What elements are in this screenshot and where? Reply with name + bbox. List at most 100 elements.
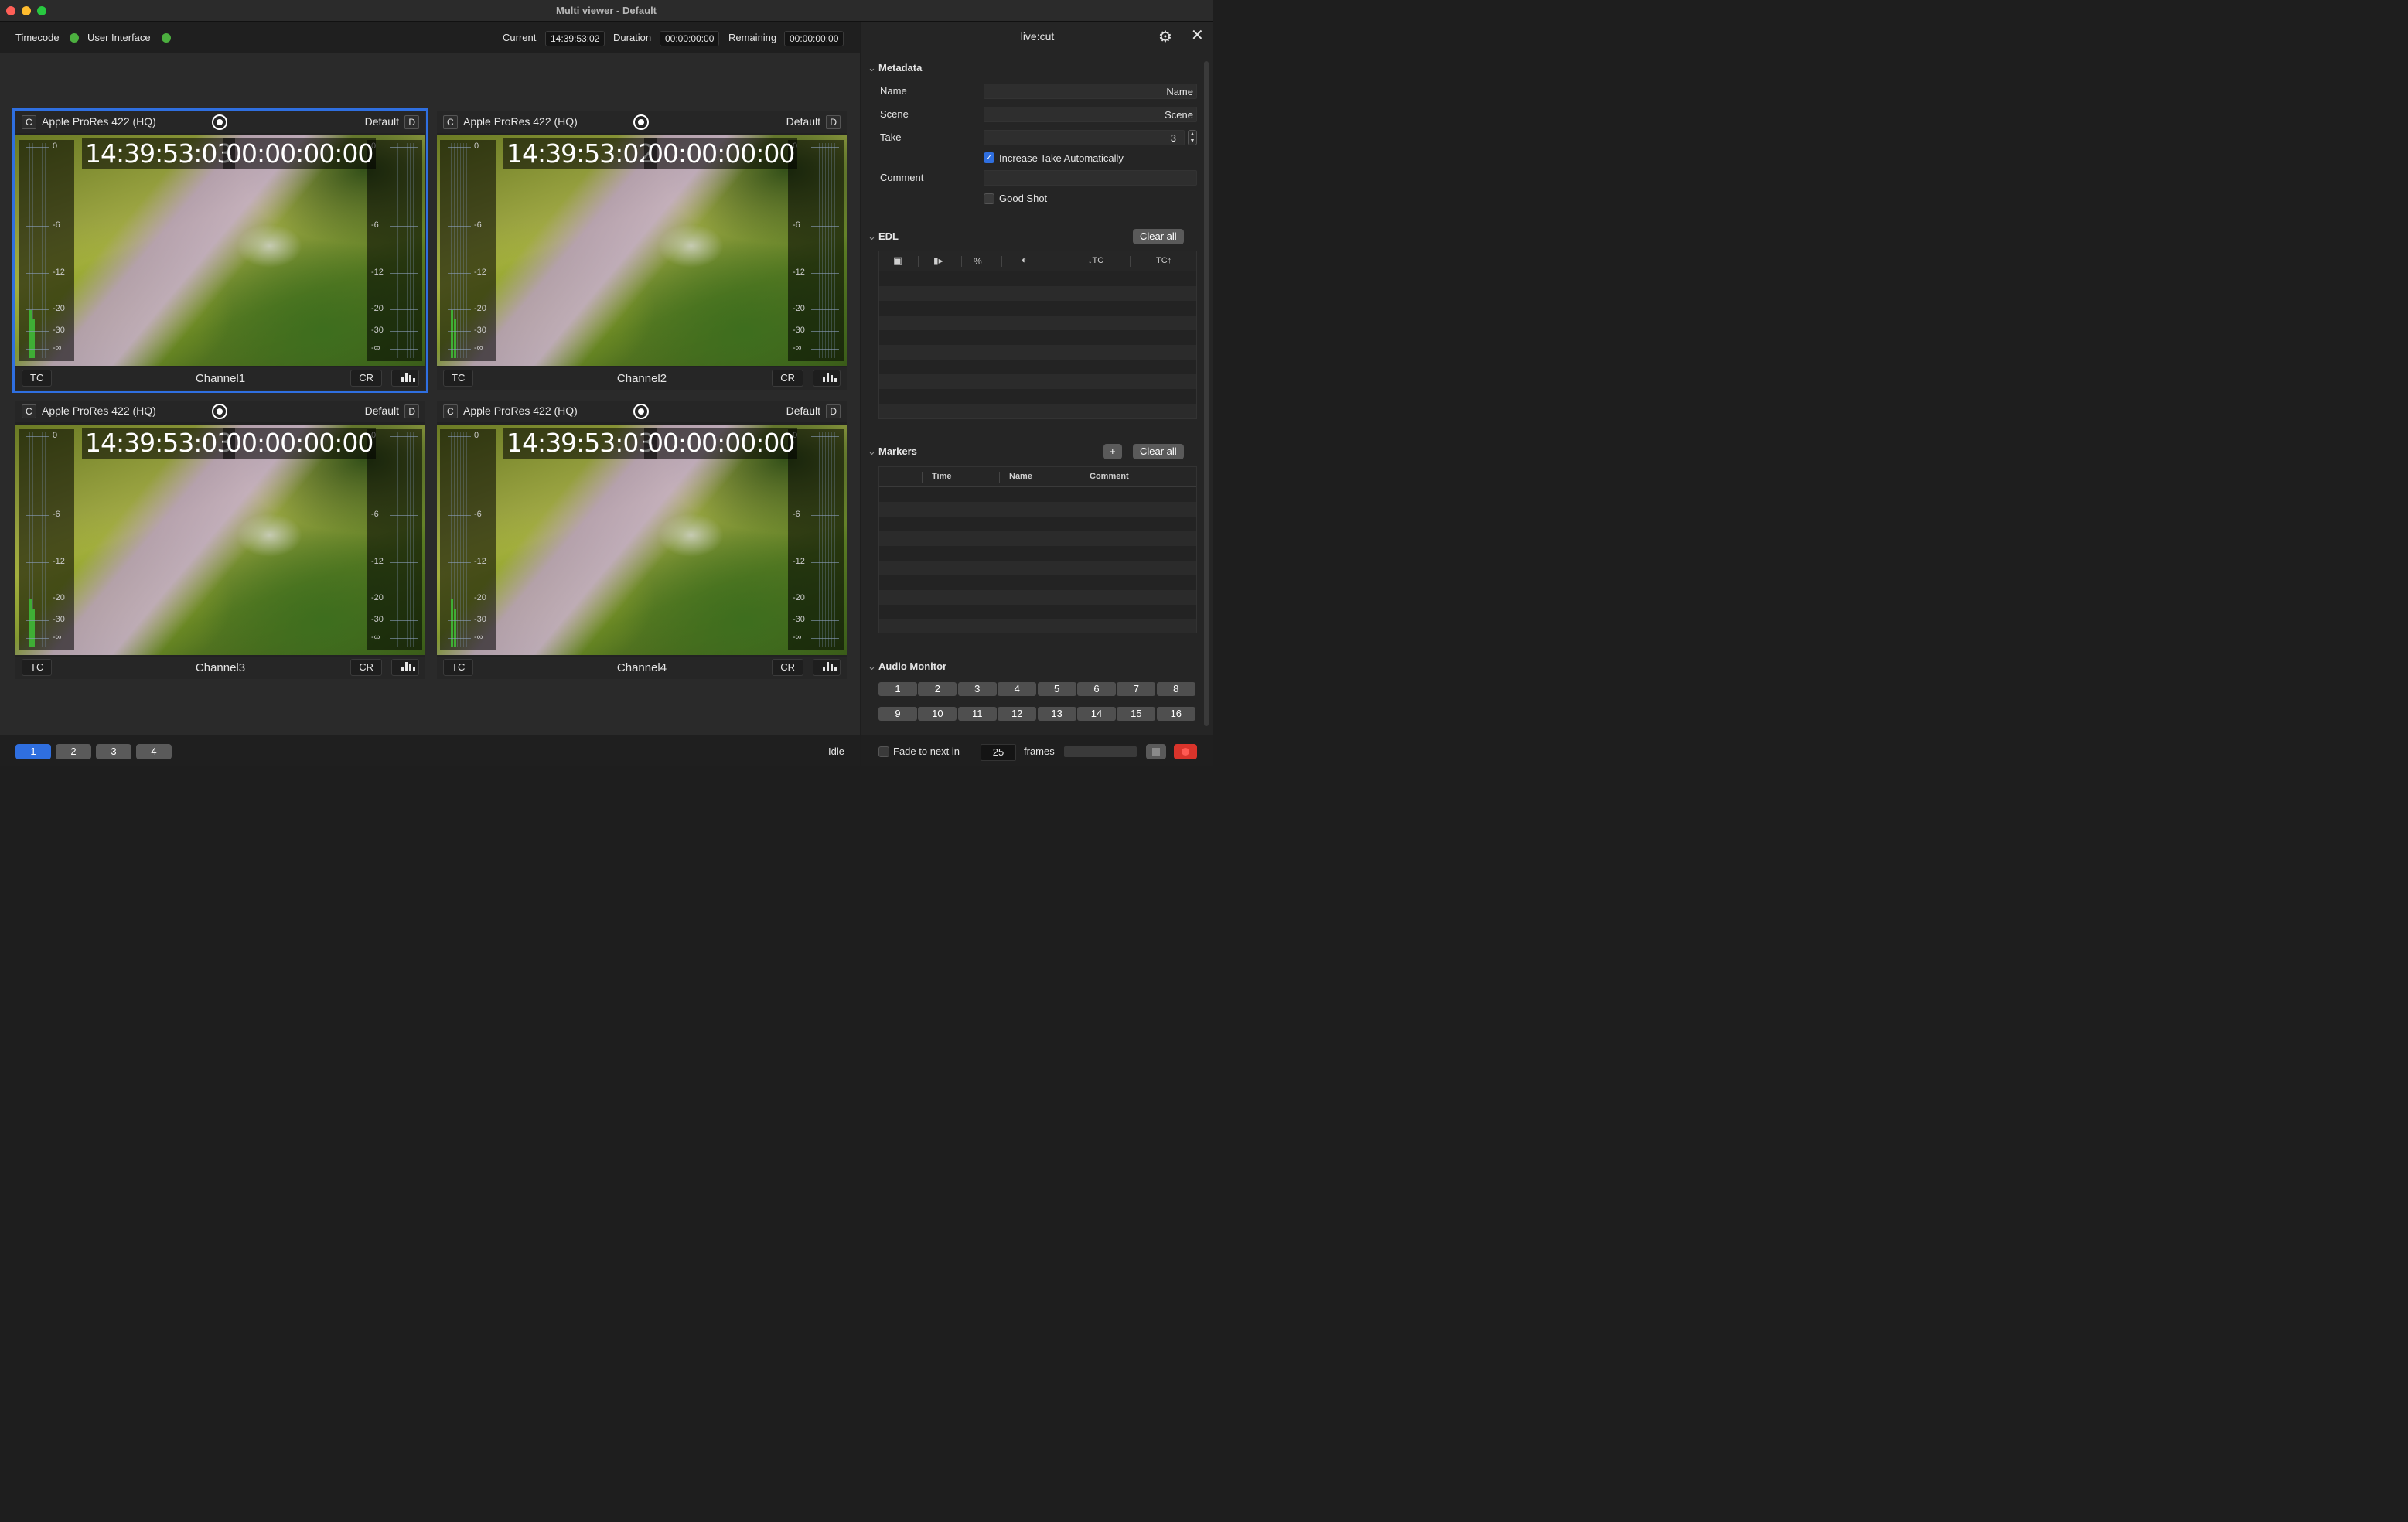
gear-icon[interactable]: ⚙ <box>1158 29 1174 45</box>
frames-field[interactable]: 25 <box>981 744 1016 761</box>
stop-button[interactable] <box>1146 744 1166 759</box>
channel-d-button[interactable]: D <box>404 115 419 129</box>
audio-channel-button[interactable]: 10 <box>918 707 957 721</box>
audio-channel-button[interactable]: 11 <box>957 707 997 721</box>
audio-channel-button[interactable]: 4 <box>998 682 1037 696</box>
take-field[interactable]: 3 <box>984 130 1185 145</box>
panel-scrollbar[interactable] <box>1204 61 1209 726</box>
page-button-4[interactable]: 4 <box>136 744 172 759</box>
edl-col-tc-in[interactable]: ↓TC <box>1088 256 1103 265</box>
table-row[interactable] <box>879 619 1196 633</box>
audio-monitor-section-header[interactable]: ⌄ Audio Monitor <box>868 660 946 673</box>
clock-icon[interactable]: ◐ <box>1022 254 1027 265</box>
audio-channel-button[interactable]: 9 <box>878 707 917 721</box>
close-icon[interactable]: ✕ <box>1191 28 1204 43</box>
page-button-2[interactable]: 2 <box>56 744 91 759</box>
edl-col-tc-out[interactable]: TC↑ <box>1156 256 1172 265</box>
calendar-icon[interactable]: ▣ <box>893 254 902 267</box>
table-row[interactable] <box>879 389 1196 404</box>
video-preview[interactable]: 0-6-12-20-30-∞0-6-12-20-30-∞14:39:53:030… <box>15 135 425 366</box>
audio-channel-button[interactable]: 8 <box>1156 682 1195 696</box>
take-stepper[interactable]: ▲ ▼ <box>1188 130 1197 145</box>
table-row[interactable] <box>879 271 1196 286</box>
markers-table[interactable]: Time Name Comment <box>878 466 1197 633</box>
audio-channel-button[interactable]: 16 <box>1156 707 1195 721</box>
edl-col-percent[interactable]: % <box>974 256 982 267</box>
tc-button[interactable]: TC <box>443 370 474 387</box>
tc-button[interactable]: TC <box>22 370 53 387</box>
markers-col-time[interactable]: Time <box>932 472 951 481</box>
channel-d-button[interactable]: D <box>826 115 841 129</box>
preset-label[interactable]: Default <box>786 404 820 417</box>
metadata-section-header[interactable]: ⌄ Metadata <box>868 62 922 74</box>
audio-channel-button[interactable]: 5 <box>1037 682 1076 696</box>
auto-take-checkbox[interactable]: ✓ <box>984 152 994 163</box>
audio-channel-button[interactable]: 7 <box>1117 682 1156 696</box>
table-row[interactable] <box>879 374 1196 389</box>
video-preview[interactable]: 0-6-12-20-30-∞0-6-12-20-30-∞14:39:53:030… <box>437 425 847 655</box>
cr-button[interactable]: CR <box>350 659 382 676</box>
table-row[interactable] <box>879 360 1196 374</box>
audio-channel-button[interactable]: 6 <box>1077 682 1116 696</box>
audio-levels-icon[interactable] <box>813 659 841 676</box>
table-row[interactable] <box>879 487 1196 502</box>
table-row[interactable] <box>879 502 1196 517</box>
audio-channel-button[interactable]: 3 <box>957 682 997 696</box>
fade-checkbox[interactable] <box>878 746 889 757</box>
cr-button[interactable]: CR <box>350 370 382 387</box>
channel-pane[interactable]: C Apple ProRes 422 (HQ) Default D 0 -6 -12 -20 -… <box>437 111 847 390</box>
table-row[interactable] <box>879 286 1196 301</box>
audio-channel-button[interactable]: 15 <box>1117 707 1156 721</box>
markers-clear-all-button[interactable]: Clear all <box>1133 444 1184 459</box>
channel-d-button[interactable]: D <box>404 404 419 418</box>
table-row[interactable] <box>879 546 1196 561</box>
scene-field[interactable]: Scene <box>984 107 1197 122</box>
channel-c-button[interactable]: C <box>22 404 36 418</box>
table-row[interactable] <box>879 605 1196 619</box>
record-toggle-icon[interactable] <box>212 114 227 130</box>
edl-clear-all-button[interactable]: Clear all <box>1133 229 1184 244</box>
audio-channel-button[interactable]: 1 <box>878 682 917 696</box>
table-row[interactable] <box>879 575 1196 590</box>
channel-c-button[interactable]: C <box>443 404 458 418</box>
table-row[interactable] <box>879 531 1196 546</box>
audio-channel-button[interactable]: 12 <box>998 707 1037 721</box>
audio-levels-icon[interactable] <box>391 370 419 387</box>
audio-channel-button[interactable]: 13 <box>1037 707 1076 721</box>
cr-button[interactable]: CR <box>772 370 803 387</box>
cr-button[interactable]: CR <box>772 659 803 676</box>
name-field[interactable]: Name <box>984 84 1197 99</box>
table-row[interactable] <box>879 561 1196 575</box>
video-preview[interactable]: 0-6-12-20-30-∞0-6-12-20-30-∞14:39:53:030… <box>15 425 425 655</box>
edl-section-header[interactable]: ⌄ EDL <box>868 230 899 243</box>
preset-label[interactable]: Default <box>786 115 820 128</box>
record-toggle-icon[interactable] <box>633 404 649 419</box>
channel-c-button[interactable]: C <box>443 115 458 129</box>
record-button[interactable] <box>1174 744 1197 759</box>
record-toggle-icon[interactable] <box>633 114 649 130</box>
video-preview[interactable]: 0-6-12-20-30-∞0-6-12-20-30-∞14:39:53:020… <box>437 135 847 366</box>
table-row[interactable] <box>879 404 1196 418</box>
preset-label[interactable]: Default <box>365 115 399 128</box>
record-toggle-icon[interactable] <box>212 404 227 419</box>
markers-col-comment[interactable]: Comment <box>1090 472 1129 481</box>
channel-c-button[interactable]: C <box>22 115 36 129</box>
preset-label[interactable]: Default <box>365 404 399 417</box>
markers-col-name[interactable]: Name <box>1009 472 1032 481</box>
edl-table[interactable]: ▣ ▮▸ % ◐ ↓TC TC↑ <box>878 251 1197 419</box>
comment-field[interactable] <box>984 170 1197 186</box>
tc-button[interactable]: TC <box>443 659 474 676</box>
page-button-3[interactable]: 3 <box>96 744 131 759</box>
channel-pane[interactable]: C Apple ProRes 422 (HQ) Default D 0 -6 -12 -20 -… <box>15 401 425 679</box>
table-row[interactable] <box>879 301 1196 316</box>
table-row[interactable] <box>879 345 1196 360</box>
channel-d-button[interactable]: D <box>826 404 841 418</box>
table-row[interactable] <box>879 590 1196 605</box>
table-row[interactable] <box>879 330 1196 345</box>
audio-levels-icon[interactable] <box>813 370 841 387</box>
camera-icon[interactable]: ▮▸ <box>933 255 943 266</box>
tc-button[interactable]: TC <box>22 659 53 676</box>
page-button-1[interactable]: 1 <box>15 744 51 759</box>
good-shot-checkbox[interactable] <box>984 193 994 204</box>
table-row[interactable] <box>879 517 1196 531</box>
